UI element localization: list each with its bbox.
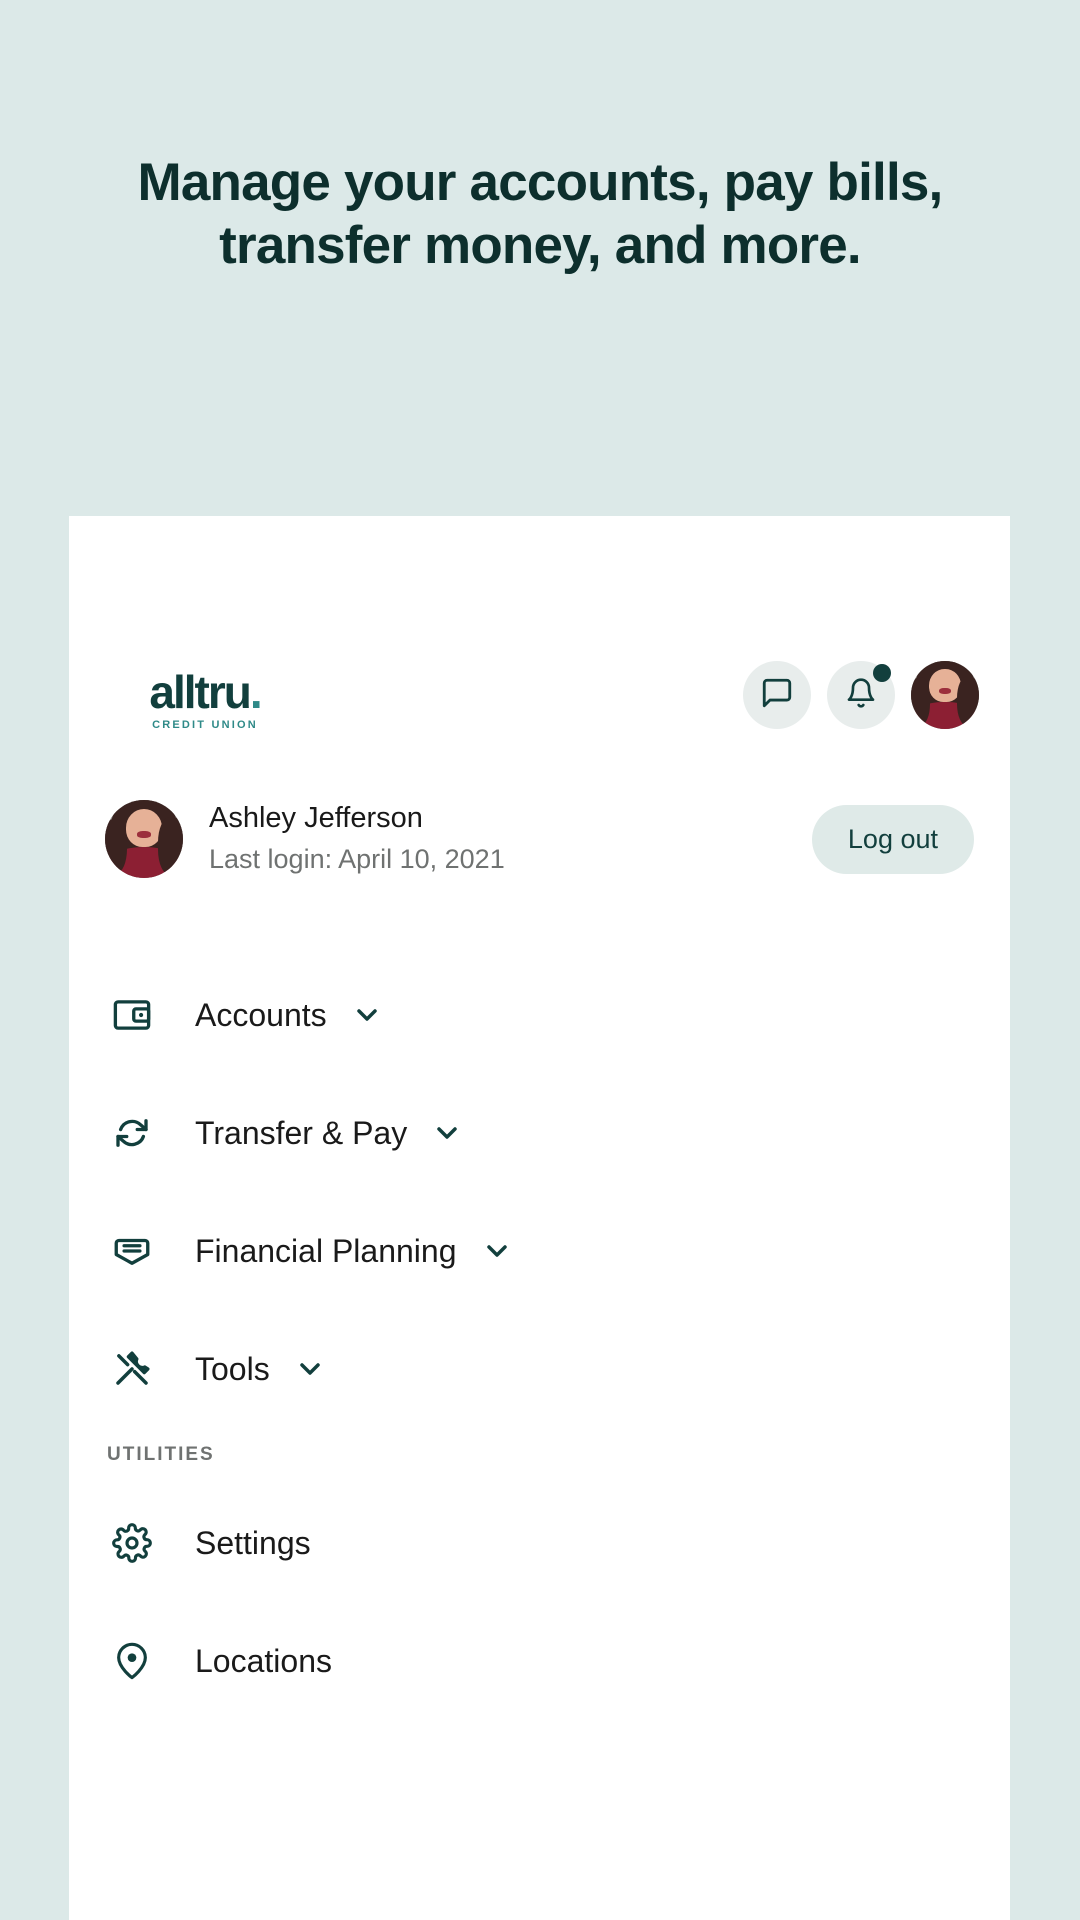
nav-label: Tools xyxy=(195,1350,270,1387)
avatar[interactable] xyxy=(911,661,979,729)
alltru-logo[interactable]: alltru. CREDIT UNION xyxy=(105,669,305,731)
nav-item-financial-planning[interactable]: Financial Planning xyxy=(105,1192,985,1310)
page-title: Manage your accounts, pay bills, transfe… xyxy=(137,153,944,275)
header-actions xyxy=(743,661,979,729)
utilities-section-title: UTILITIES xyxy=(107,1444,215,1465)
nav-label: Accounts xyxy=(195,996,327,1033)
nav-item-locations[interactable]: Locations xyxy=(105,1602,985,1720)
logout-button[interactable]: Log out xyxy=(811,804,974,874)
logo-dot: . xyxy=(249,666,263,718)
avatar-hair-right xyxy=(957,675,979,727)
chevron-down-icon[interactable] xyxy=(431,1117,463,1149)
last-login-text: Last login: April 10, 2021 xyxy=(209,844,505,875)
nav-item-tools[interactable]: Tools xyxy=(105,1310,985,1428)
avatar-smile xyxy=(136,831,151,839)
card-header: alltru. CREDIT UNION xyxy=(69,661,1010,761)
nav-label: Financial Planning xyxy=(195,1232,457,1269)
nav-item-settings[interactable]: Settings xyxy=(105,1484,985,1602)
gear-icon xyxy=(105,1523,159,1563)
avatar-smile xyxy=(938,688,952,695)
profile-avatar[interactable] xyxy=(105,800,183,878)
tools-icon xyxy=(105,1348,159,1390)
notification-badge xyxy=(873,664,891,682)
profile-text: Ashley Jefferson Last login: April 10, 2… xyxy=(209,800,812,877)
chevron-down-icon[interactable] xyxy=(481,1235,513,1267)
nav-label: Transfer & Pay xyxy=(195,1114,408,1151)
messages-button[interactable] xyxy=(743,661,811,729)
wallet-icon xyxy=(105,994,159,1036)
messages-icon xyxy=(760,676,794,715)
hero-section: Manage your accounts, pay bills, transfe… xyxy=(0,152,1080,277)
nav-item-transfer-pay[interactable]: Transfer & Pay xyxy=(105,1074,985,1192)
logo-wordmark: alltru. xyxy=(149,666,263,718)
app-card: alltru. CREDIT UNION Ashley Jefferson La… xyxy=(69,516,1010,1920)
nav-label: Locations xyxy=(195,1642,332,1679)
avatar-hair-right xyxy=(158,817,183,875)
map-pin-icon xyxy=(105,1641,159,1681)
chevron-down-icon[interactable] xyxy=(351,999,383,1031)
avatar-hair-left xyxy=(911,677,931,725)
main-nav: Accounts Transfer & Pay Financial Planni… xyxy=(105,956,985,1720)
avatar-face xyxy=(929,669,961,702)
avatar-face xyxy=(126,809,162,847)
nav-label: Settings xyxy=(195,1524,311,1561)
profile-row: Ashley Jefferson Last login: April 10, 2… xyxy=(105,794,974,884)
bell-icon xyxy=(845,677,877,714)
envelope-icon xyxy=(105,1230,159,1272)
nav-item-accounts[interactable]: Accounts xyxy=(105,956,985,1074)
transfer-icon xyxy=(105,1112,159,1154)
notifications-button[interactable] xyxy=(827,661,895,729)
profile-name: Ashley Jefferson xyxy=(209,802,423,835)
avatar-hair-left xyxy=(105,818,127,874)
chevron-down-icon[interactable] xyxy=(294,1353,326,1385)
logo-subtitle: CREDIT UNION xyxy=(152,719,258,731)
